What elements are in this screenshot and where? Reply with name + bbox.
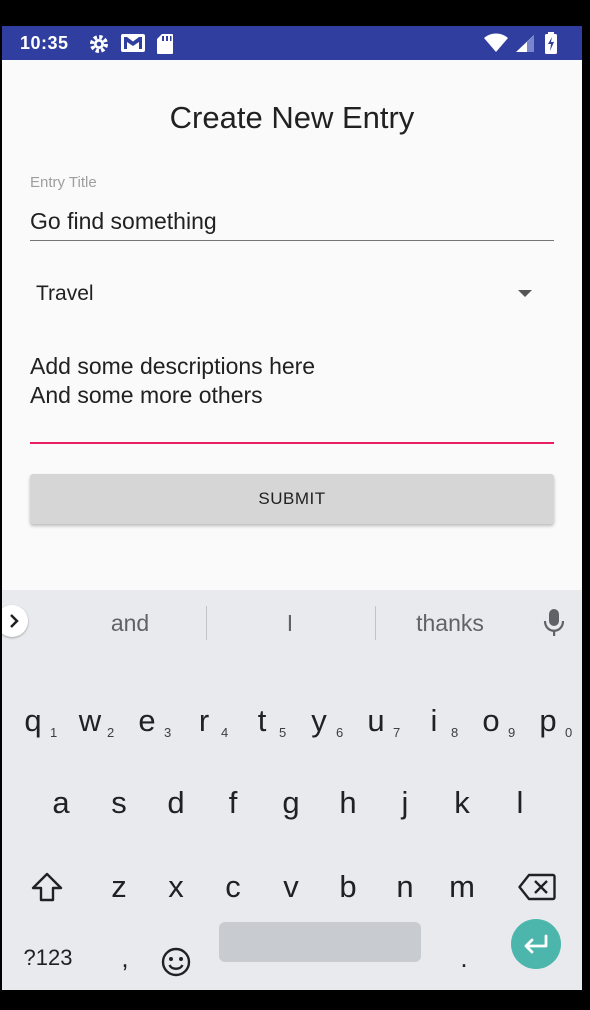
key-label: o bbox=[482, 703, 500, 738]
key-p[interactable]: p0 bbox=[520, 686, 576, 756]
suggestion-item[interactable]: thanks bbox=[400, 610, 500, 637]
key-z[interactable]: z bbox=[91, 852, 147, 922]
key-r[interactable]: r4 bbox=[176, 686, 232, 756]
description-line: Add some descriptions here bbox=[30, 353, 316, 379]
backspace-key[interactable] bbox=[507, 852, 567, 922]
suggestion-divider bbox=[375, 606, 376, 640]
key-l[interactable]: l bbox=[492, 768, 548, 838]
key-u[interactable]: u7 bbox=[348, 686, 404, 756]
key-y[interactable]: y6 bbox=[291, 686, 347, 756]
key-x[interactable]: x bbox=[148, 852, 204, 922]
key-number-hint: 9 bbox=[508, 725, 516, 740]
shift-icon bbox=[31, 872, 63, 902]
key-v[interactable]: v bbox=[263, 852, 319, 922]
signal-icon bbox=[515, 34, 535, 58]
key-label: r bbox=[198, 703, 210, 738]
key-e[interactable]: e3 bbox=[119, 686, 175, 756]
chevron-right-icon bbox=[10, 614, 19, 628]
key-number-hint: 4 bbox=[221, 725, 229, 740]
entry-title-input[interactable] bbox=[30, 202, 554, 241]
key-c[interactable]: c bbox=[205, 852, 261, 922]
suggestion-bar: and I thanks bbox=[2, 590, 582, 652]
description-input[interactable]: Add some descriptions here And some more… bbox=[30, 348, 554, 444]
key-number-hint: 3 bbox=[164, 725, 172, 740]
key-label: q bbox=[24, 703, 42, 738]
key-q[interactable]: q1 bbox=[5, 686, 61, 756]
backspace-icon bbox=[518, 873, 556, 901]
key-number-hint: 0 bbox=[565, 725, 573, 740]
key-period[interactable]: . bbox=[436, 932, 492, 984]
key-k[interactable]: k bbox=[434, 768, 490, 838]
key-w[interactable]: w2 bbox=[62, 686, 118, 756]
symbols-key[interactable]: ?123 bbox=[13, 932, 83, 984]
key-s[interactable]: s bbox=[91, 768, 147, 838]
key-number-hint: 6 bbox=[336, 725, 344, 740]
dropdown-arrow-icon bbox=[518, 290, 532, 297]
status-time: 10:35 bbox=[20, 33, 69, 53]
key-m[interactable]: m bbox=[434, 852, 490, 922]
soft-keyboard: and I thanks q1 w2 e3 r4 t5 y6 u7 i8 o9 … bbox=[2, 590, 582, 990]
key-j[interactable]: j bbox=[377, 768, 433, 838]
key-number-hint: 2 bbox=[107, 725, 115, 740]
category-dropdown[interactable]: Travel bbox=[30, 274, 554, 314]
key-b[interactable]: b bbox=[320, 852, 376, 922]
key-label: t bbox=[257, 703, 267, 738]
key-number-hint: 8 bbox=[451, 725, 459, 740]
enter-key[interactable] bbox=[511, 919, 561, 969]
description-line: And some more others bbox=[30, 382, 263, 408]
sd-card-icon bbox=[156, 33, 174, 60]
battery-charging-icon bbox=[544, 32, 558, 59]
status-bar: 10:35 bbox=[2, 26, 582, 60]
gmail-icon bbox=[120, 33, 146, 58]
phone-screen: 10:35 Create New Entry Entry Title Trave… bbox=[2, 26, 582, 990]
entry-title-label: Entry Title bbox=[30, 174, 97, 191]
key-label: i bbox=[430, 703, 438, 738]
suggestion-item[interactable]: and bbox=[80, 610, 180, 637]
key-number-hint: 7 bbox=[393, 725, 401, 740]
key-o[interactable]: o9 bbox=[463, 686, 519, 756]
key-i[interactable]: i8 bbox=[406, 686, 462, 756]
enter-arrow-icon bbox=[524, 934, 548, 954]
emoji-key[interactable] bbox=[148, 932, 204, 984]
key-number-hint: 1 bbox=[50, 725, 58, 740]
expand-toolbar-button[interactable] bbox=[2, 605, 28, 637]
microphone-icon[interactable] bbox=[542, 608, 566, 643]
key-label: y bbox=[311, 703, 327, 738]
key-label: p bbox=[539, 703, 557, 738]
page-title: Create New Entry bbox=[169, 100, 415, 135]
suggestion-divider bbox=[206, 606, 207, 640]
key-number-hint: 5 bbox=[279, 725, 287, 740]
key-comma[interactable]: , bbox=[97, 932, 153, 984]
gear-icon bbox=[88, 33, 110, 60]
key-t[interactable]: t5 bbox=[234, 686, 290, 756]
key-label: e bbox=[138, 703, 156, 738]
suggestion-item[interactable]: I bbox=[240, 610, 340, 637]
key-a[interactable]: a bbox=[33, 768, 89, 838]
category-selected-value: Travel bbox=[36, 282, 94, 305]
key-label: w bbox=[78, 703, 102, 738]
submit-button[interactable]: SUBMIT bbox=[30, 474, 554, 524]
key-label: u bbox=[367, 703, 385, 738]
key-g[interactable]: g bbox=[263, 768, 319, 838]
shift-key[interactable] bbox=[19, 852, 75, 922]
key-f[interactable]: f bbox=[205, 768, 261, 838]
wifi-icon bbox=[483, 33, 509, 58]
emoji-icon bbox=[161, 947, 191, 977]
key-h[interactable]: h bbox=[320, 768, 376, 838]
key-d[interactable]: d bbox=[148, 768, 204, 838]
key-n[interactable]: n bbox=[377, 852, 433, 922]
space-key[interactable] bbox=[219, 922, 421, 962]
